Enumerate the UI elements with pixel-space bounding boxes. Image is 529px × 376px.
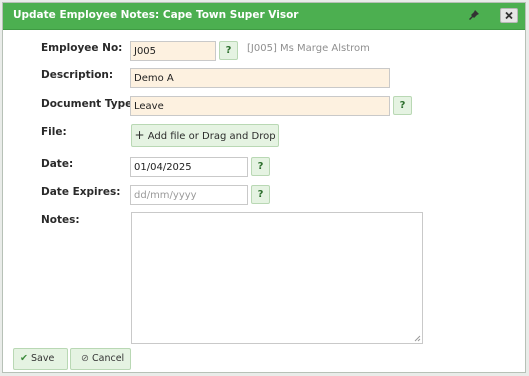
cancel-icon: ⊘ [81, 353, 89, 364]
check-icon: ✔ [20, 353, 28, 364]
cancel-label: Cancel [92, 353, 125, 364]
employee-no-label: Employee No: [41, 42, 123, 54]
close-icon [505, 11, 513, 20]
add-file-button[interactable]: + Add file or Drag and Drop [131, 124, 279, 147]
document-type-input[interactable]: Leave [130, 96, 390, 116]
description-input[interactable]: Demo A [130, 68, 390, 88]
description-label: Description: [41, 69, 114, 81]
document-type-lookup-button[interactable]: ? [393, 96, 412, 115]
employee-no-input[interactable]: J005 [130, 41, 216, 61]
add-file-label: Add file or Drag and Drop [147, 131, 276, 142]
date-expires-picker-button[interactable]: ? [251, 185, 270, 204]
resize-grip-icon[interactable] [413, 334, 421, 342]
notes-label: Notes: [41, 214, 80, 226]
date-input[interactable]: 01/04/2025 [130, 157, 248, 177]
pin-icon[interactable] [468, 9, 480, 21]
save-label: Save [31, 353, 55, 364]
dialog-title-bar: Update Employee Notes: Cape Town Super V… [3, 3, 525, 30]
employee-no-lookup-button[interactable]: ? [219, 41, 238, 60]
save-button[interactable]: ✔ Save [13, 348, 68, 370]
notes-textarea[interactable] [131, 212, 423, 344]
close-button[interactable] [500, 8, 518, 23]
plus-icon: + [134, 128, 145, 142]
document-type-label: Document Type: [41, 98, 137, 110]
cancel-button[interactable]: ⊘ Cancel [70, 348, 131, 370]
employee-description: [J005] Ms Marge Alstrom [247, 43, 370, 54]
date-expires-input[interactable]: dd/mm/yyyy [130, 185, 248, 205]
employee-notes-dialog: Update Employee Notes: Cape Town Super V… [2, 2, 526, 373]
file-label: File: [41, 126, 67, 138]
dialog-title: Update Employee Notes: Cape Town Super V… [13, 9, 299, 21]
date-expires-label: Date Expires: [41, 186, 121, 198]
date-label: Date: [41, 158, 74, 170]
date-picker-button[interactable]: ? [251, 157, 270, 176]
